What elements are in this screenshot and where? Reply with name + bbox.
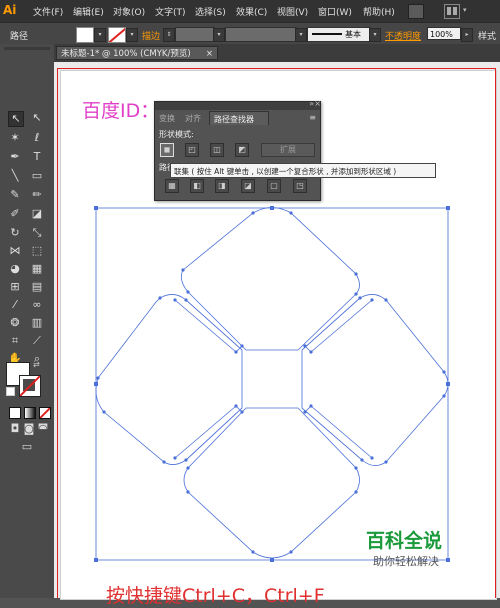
watermark-subtitle: 助你轻松解决	[373, 555, 439, 568]
left-lobe-path[interactable]	[95, 294, 243, 465]
panel-header[interactable]: » ×	[155, 99, 321, 110]
handle[interactable]	[446, 206, 450, 210]
tab-align[interactable]: 对齐	[185, 113, 201, 124]
inner-edge-paths[interactable]	[174, 299, 373, 459]
bottom-lobe-path[interactable]	[183, 407, 360, 559]
tab-pathfinder-label: 路径查找器	[214, 115, 254, 124]
merge-button[interactable]: ◨	[215, 179, 229, 193]
handle[interactable]	[270, 558, 274, 562]
divide-button[interactable]: ▦	[165, 179, 179, 193]
unite-button[interactable]: ◼	[160, 143, 174, 157]
pathfinder-panel: » × 变换 对齐 路径查找器 ≡ 形状模式: ◼ ◰ ◫ ◩ 扩展 路径查找器…	[154, 99, 321, 201]
handle[interactable]	[94, 558, 98, 562]
close-icon[interactable]: ×	[314, 99, 321, 108]
right-lobe-path[interactable]	[301, 294, 449, 466]
panel-menu-icon[interactable]: ≡	[309, 113, 316, 122]
handle[interactable]	[94, 382, 98, 386]
trim-button[interactable]: ◧	[190, 179, 204, 193]
inner-arm-paths[interactable]	[185, 297, 363, 461]
tab-pathfinder[interactable]: 路径查找器	[209, 111, 269, 125]
intersect-button[interactable]: ◫	[210, 143, 224, 157]
exclude-button[interactable]: ◩	[235, 143, 249, 157]
crop-button[interactable]: ◪	[241, 179, 255, 193]
unite-tooltip: 联集 ( 按住 Alt 键单击 , 以创建一个复合形状 , 并添加到形状区域 )	[170, 163, 436, 178]
watermark-title: 百科全说	[366, 530, 443, 552]
handle[interactable]	[446, 558, 450, 562]
bounding-box[interactable]	[95, 207, 449, 561]
handle[interactable]	[446, 382, 450, 386]
outline-button[interactable]: ▢	[267, 179, 281, 193]
minus-front-button[interactable]: ◰	[185, 143, 199, 157]
artwork-canvas[interactable]	[0, 0, 500, 598]
panel-collapse-icon[interactable]: »	[309, 99, 314, 108]
expand-button[interactable]: 扩展	[261, 143, 315, 157]
minus-back-button[interactable]: ◳	[293, 179, 307, 193]
shortcut-caption: 按快捷键Ctrl+C，Ctrl+F	[106, 585, 325, 607]
tab-transform[interactable]: 变换	[159, 113, 175, 124]
shape-modes-label: 形状模式:	[159, 130, 194, 139]
handle[interactable]	[270, 206, 274, 210]
handle[interactable]	[94, 206, 98, 210]
